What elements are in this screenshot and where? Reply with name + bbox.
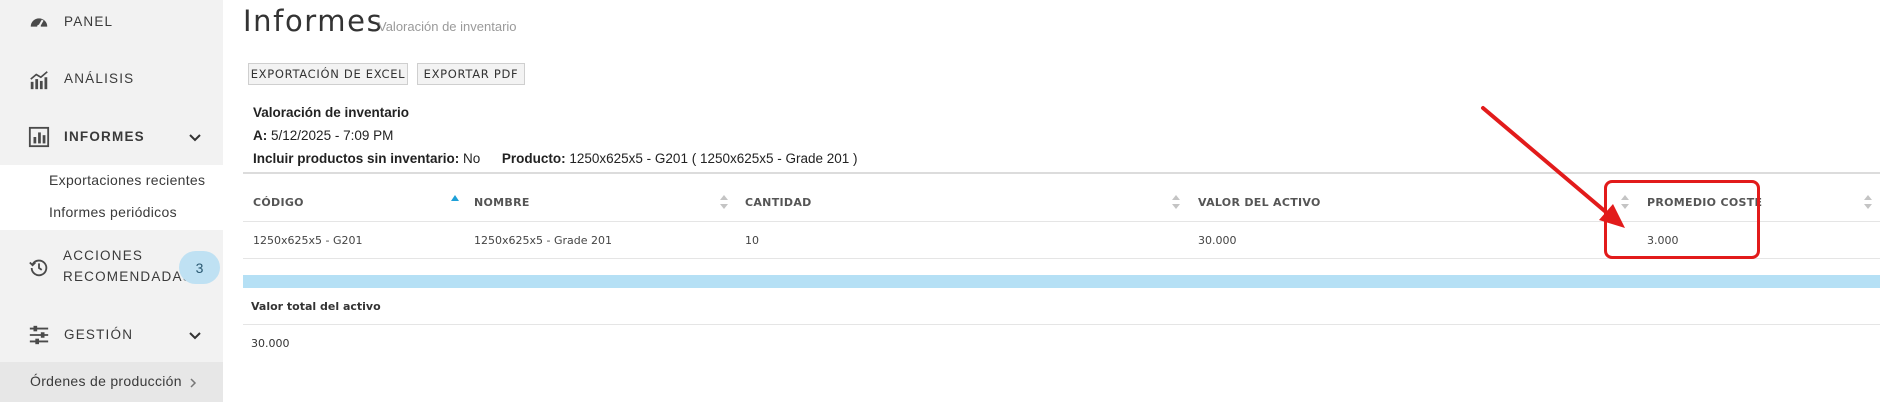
sidebar-item-label: Órdenes de producción [30, 373, 182, 389]
chevron-right-icon [190, 378, 197, 388]
cell-codigo: 1250x625x5 - G201 [253, 234, 363, 247]
cell-nombre: 1250x625x5 - Grade 201 [474, 234, 612, 247]
report-name: Valoración de inventario [253, 105, 410, 120]
dashboard-gauge-icon [30, 18, 48, 29]
sidebar-item-production-orders[interactable]: Órdenes de producción [0, 362, 223, 402]
recommended-actions-count-badge: 3 [179, 251, 220, 284]
sort-icon[interactable] [1864, 194, 1872, 210]
report-filters: Incluir productos sin inventario: No Pro… [253, 151, 858, 166]
export-excel-button[interactable]: EXPORTACIÓN DE EXCEL [248, 63, 408, 85]
sort-icon[interactable] [720, 194, 728, 210]
cell-cantidad: 10 [745, 234, 759, 247]
cell-valor-activo: 30.000 [1198, 234, 1237, 247]
sidebar-item-label-line1: ACCIONES [63, 248, 144, 263]
annotation-arrow-icon [1481, 106, 1625, 228]
page-title: Informes [243, 4, 384, 38]
total-asset-value: 30.000 [251, 337, 290, 350]
column-header-valor-activo[interactable]: VALOR DEL ACTIVO [1198, 196, 1321, 209]
history-clock-icon [29, 259, 48, 277]
sidebar-item-label: ANÁLISIS [64, 71, 135, 86]
product-filter-label: Producto: [501, 151, 566, 166]
sidebar-item-gestion[interactable]: GESTIÓN [0, 323, 223, 347]
app-window: PANEL ANÁLISIS INFORMES Exportaciones re… [0, 0, 1880, 402]
table-footer-bar [243, 275, 1880, 288]
sliders-icon [29, 325, 49, 345]
export-pdf-button[interactable]: EXPORTAR PDF [417, 63, 525, 85]
main-content: Informes Valoración de inventario EXPORT… [223, 0, 1880, 402]
sort-icon[interactable] [1172, 194, 1180, 210]
column-header-cantidad[interactable]: CANTIDAD [745, 196, 812, 209]
product-filter-value: 1250x625x5 - G201 ( 1250x625x5 - Grade 2… [569, 151, 858, 166]
report-date: A: 5/12/2025 - 7:09 PM [253, 128, 393, 143]
report-date-label: A: [253, 128, 268, 143]
sidebar-item-label: GESTIÓN [64, 327, 134, 342]
report-date-value: 5/12/2025 - 7:09 PM [271, 128, 394, 143]
submenu-item-periodic-reports[interactable]: Informes periódicos [49, 204, 177, 220]
sort-ascending-icon[interactable] [451, 194, 459, 210]
include-no-stock-value: No [463, 151, 481, 166]
total-asset-value-label: Valor total del activo [251, 300, 381, 313]
submenu-item-recent-exports[interactable]: Exportaciones recientes [49, 172, 205, 188]
sidebar-item-label: INFORMES [64, 129, 145, 144]
table-top-divider [243, 172, 1880, 174]
column-header-nombre[interactable]: NOMBRE [474, 196, 530, 209]
row-divider [243, 324, 1880, 325]
sidebar-item-analisis[interactable]: ANÁLISIS [0, 67, 223, 91]
sidebar: PANEL ANÁLISIS INFORMES Exportaciones re… [0, 0, 223, 402]
chevron-down-icon [189, 332, 201, 340]
chevron-down-icon [189, 134, 201, 142]
sidebar-item-panel[interactable]: PANEL [0, 10, 223, 34]
sidebar-item-label: PANEL [64, 14, 114, 29]
bar-line-chart-icon [30, 71, 48, 90]
sidebar-item-label-line2: RECOMENDADAS [63, 269, 193, 284]
column-header-codigo[interactable]: CÓDIGO [253, 196, 304, 209]
include-no-stock-label: Incluir productos sin inventario: [253, 151, 460, 166]
informes-submenu: Exportaciones recientes Informes periódi… [0, 165, 223, 230]
sidebar-item-informes[interactable]: INFORMES [0, 125, 223, 149]
report-chart-icon [28, 126, 50, 148]
page-subtitle: Valoración de inventario [378, 19, 517, 34]
